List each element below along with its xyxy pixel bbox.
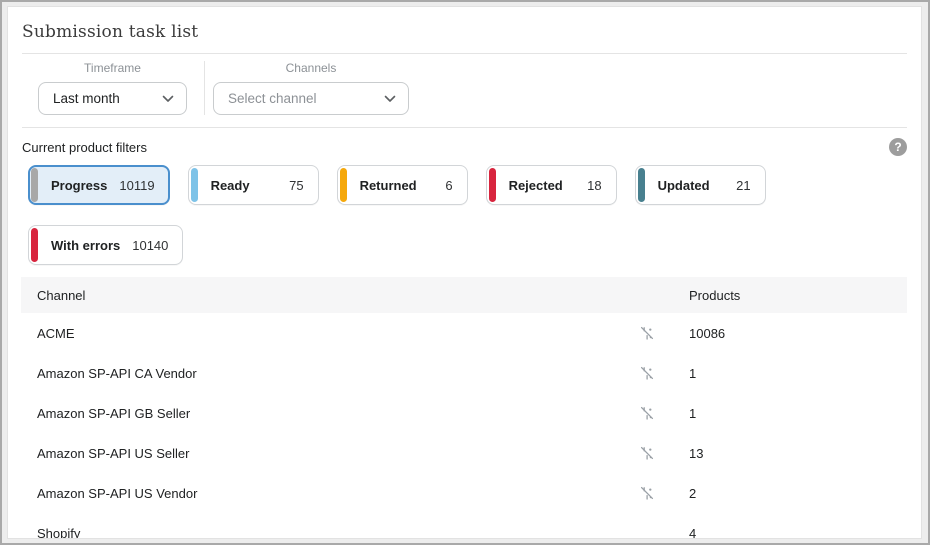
- filter-chip-updated[interactable]: Updated 21: [635, 165, 766, 205]
- page-header: Submission task list: [22, 7, 907, 54]
- chip-label: Progress: [51, 178, 107, 193]
- muted-icon: [639, 365, 655, 381]
- table-body: ACME 10086Amazon SP-API CA Vendor 1Amazo…: [21, 313, 907, 539]
- muted-icon: [639, 325, 655, 341]
- products-count: 10086: [667, 326, 907, 341]
- filter-bar: Timeframe Last month Channels Select cha…: [22, 54, 907, 128]
- table-row[interactable]: Amazon SP-API US Seller 13: [21, 433, 907, 473]
- muted-icon: [639, 485, 655, 501]
- page-title: Submission task list: [22, 22, 907, 42]
- channels-select[interactable]: Select channel: [213, 82, 409, 115]
- channels-table: Channel Products ACME 10086Amazon SP-API…: [21, 277, 907, 539]
- channels-placeholder: Select channel: [228, 91, 317, 106]
- chip-accent-bar: [340, 168, 347, 202]
- channel-name: Amazon SP-API CA Vendor: [21, 366, 597, 381]
- filter-bar-divider: [204, 61, 205, 115]
- product-filter-chips: Progress 10119 Ready 75 Returned 6 Rejected 18 U…: [28, 165, 907, 265]
- channel-name: Shopify: [21, 526, 597, 540]
- timeframe-selected-value: Last month: [53, 91, 120, 106]
- channel-name: Amazon SP-API US Vendor: [21, 486, 597, 501]
- chip-label: With errors: [51, 238, 120, 253]
- table-row[interactable]: Shopify 4: [21, 513, 907, 539]
- products-count: 2: [667, 486, 907, 501]
- help-icon[interactable]: ?: [889, 138, 907, 156]
- table-row[interactable]: Amazon SP-API GB Seller 1: [21, 393, 907, 433]
- timeframe-label: Timeframe: [38, 61, 187, 75]
- chip-label: Rejected: [509, 178, 563, 193]
- chip-count: 10140: [132, 238, 168, 253]
- chip-label: Ready: [211, 178, 250, 193]
- filter-chip-rejected[interactable]: Rejected 18: [486, 165, 617, 205]
- table-row[interactable]: Amazon SP-API CA Vendor 1: [21, 353, 907, 393]
- channel-name: Amazon SP-API US Seller: [21, 446, 597, 461]
- current-filters-row: Current product filters ?: [22, 138, 907, 156]
- channel-status-cell: [597, 445, 667, 461]
- chip-label: Updated: [658, 178, 710, 193]
- chevron-down-icon: [162, 95, 174, 103]
- chevron-down-icon: [384, 95, 396, 103]
- products-count: 4: [667, 526, 907, 540]
- muted-icon: [639, 405, 655, 421]
- muted-icon: [639, 445, 655, 461]
- channels-label: Channels: [213, 61, 409, 75]
- channel-status-cell: [597, 365, 667, 381]
- chip-accent-bar: [191, 168, 198, 202]
- timeframe-select[interactable]: Last month: [38, 82, 187, 115]
- chip-accent-bar: [638, 168, 645, 202]
- submission-task-panel: Submission task list Timeframe Last mont…: [7, 6, 922, 539]
- channel-name: ACME: [21, 326, 597, 341]
- chip-accent-bar: [31, 228, 38, 262]
- table-row[interactable]: ACME 10086: [21, 313, 907, 353]
- filter-chip-with-errors[interactable]: With errors 10140: [28, 225, 183, 265]
- timeframe-filter-group: Timeframe Last month: [38, 61, 187, 115]
- filter-chip-progress[interactable]: Progress 10119: [28, 165, 170, 205]
- channel-name: Amazon SP-API GB Seller: [21, 406, 597, 421]
- products-count: 1: [667, 366, 907, 381]
- table-row[interactable]: Amazon SP-API US Vendor 2: [21, 473, 907, 513]
- chip-label: Returned: [360, 178, 417, 193]
- column-header-channel: Channel: [21, 288, 597, 303]
- products-count: 13: [667, 446, 907, 461]
- chip-accent-bar: [489, 168, 496, 202]
- screenshot-frame: Submission task list Timeframe Last mont…: [0, 0, 930, 545]
- current-filters-label: Current product filters: [22, 140, 147, 155]
- channels-filter-group: Channels Select channel: [213, 61, 409, 115]
- chip-count: 21: [736, 178, 750, 193]
- products-count: 1: [667, 406, 907, 421]
- chip-count: 18: [587, 178, 601, 193]
- channel-status-cell: [597, 485, 667, 501]
- filter-chip-returned[interactable]: Returned 6: [337, 165, 468, 205]
- chip-count: 10119: [119, 178, 154, 193]
- table-header-row: Channel Products: [21, 277, 907, 313]
- channel-status-cell: [597, 405, 667, 421]
- chip-accent-bar: [31, 168, 38, 202]
- channel-status-cell: [597, 325, 667, 341]
- column-header-products: Products: [667, 288, 907, 303]
- filter-chip-ready[interactable]: Ready 75: [188, 165, 319, 205]
- chip-count: 6: [445, 178, 452, 193]
- chip-count: 75: [289, 178, 303, 193]
